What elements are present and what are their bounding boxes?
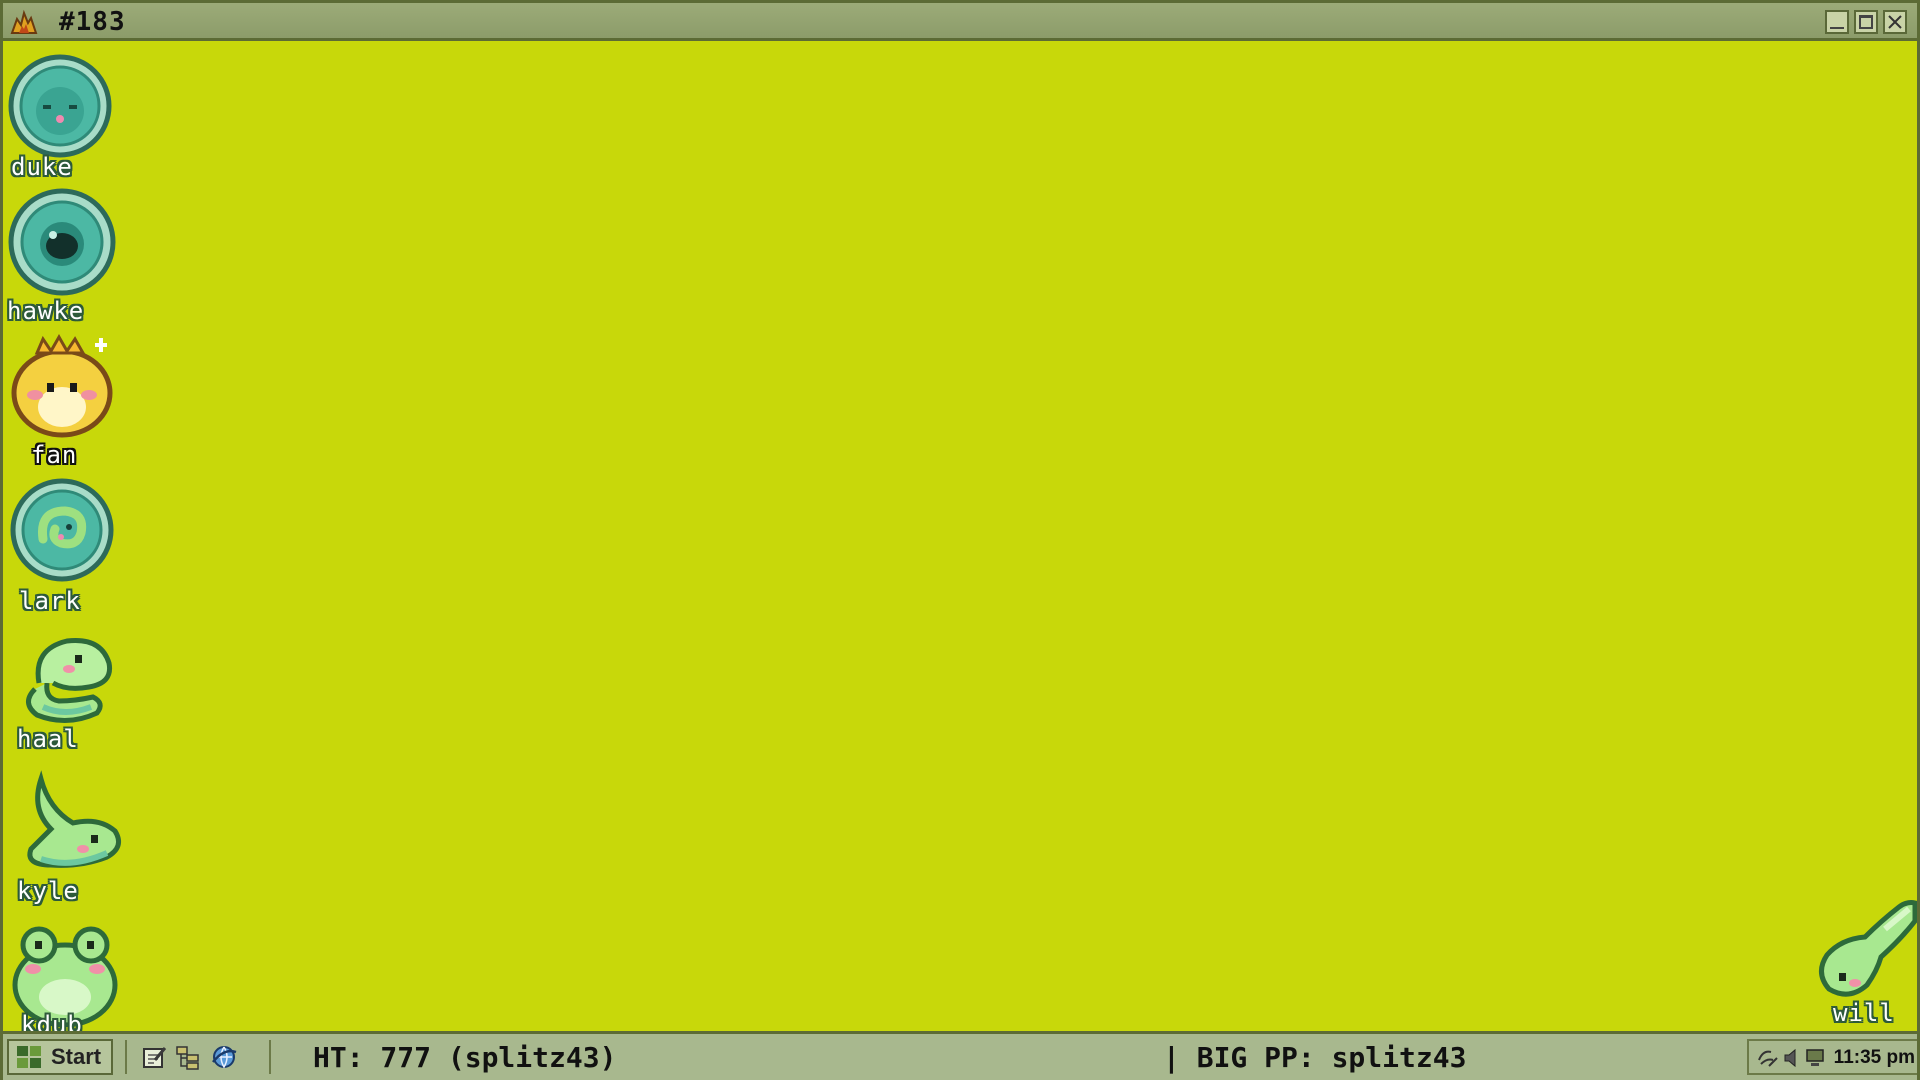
sprite-hawke[interactable]: hawke xyxy=(7,187,117,325)
taskbar-separator xyxy=(269,1040,271,1074)
start-button[interactable]: Start xyxy=(7,1039,113,1075)
system-tray: 11:35 pm xyxy=(1747,1039,1917,1075)
volume-icon[interactable] xyxy=(1783,1048,1801,1068)
teal-egg-dark-core-icon xyxy=(8,188,116,296)
sprite-label: lark xyxy=(19,587,81,615)
network-icon[interactable] xyxy=(1757,1048,1779,1068)
title-bar[interactable]: #183 xyxy=(3,3,1917,41)
sprite-kyle[interactable]: kyle xyxy=(11,769,125,905)
browser-icon[interactable] xyxy=(211,1044,237,1070)
sprite-label: hawke xyxy=(7,297,85,325)
sprite-kdub[interactable]: kdub xyxy=(9,923,121,1039)
start-logo-icon xyxy=(17,1046,41,1068)
notepad-icon[interactable] xyxy=(141,1044,167,1070)
sprite-label: will xyxy=(1833,999,1895,1027)
game-desktop: duke hawke fan lark haal kyle kdub will xyxy=(3,41,1917,1039)
teal-egg-sleeping-icon xyxy=(8,54,112,158)
computer-icon[interactable] xyxy=(1805,1048,1825,1068)
sprite-lark[interactable]: lark xyxy=(9,477,115,615)
big-pp-status: | BIG PP: splitz43 xyxy=(1163,1041,1467,1074)
sprite-duke[interactable]: duke xyxy=(7,53,113,181)
sprite-label: fan xyxy=(31,441,78,469)
sprite-will[interactable]: will xyxy=(1811,899,1917,1027)
taskbar-clock: 11:35 pm xyxy=(1833,1047,1915,1068)
close-button[interactable] xyxy=(1883,10,1907,34)
sprite-haal[interactable]: haal xyxy=(9,623,121,753)
close-icon xyxy=(1888,15,1902,29)
green-tadpole-icon xyxy=(1819,900,1917,997)
green-lizard-icon xyxy=(27,770,122,868)
teal-egg-curled-icon xyxy=(10,478,114,582)
minimize-button[interactable] xyxy=(1825,10,1849,34)
taskbar-separator xyxy=(125,1040,127,1074)
taskbar: Start HT: 777 (splitz43) | BIG PP: split… xyxy=(3,1031,1917,1080)
flame-icon xyxy=(10,9,38,34)
yellow-chick-crown-icon xyxy=(11,333,113,438)
folder-tree-icon[interactable] xyxy=(175,1044,201,1070)
sprite-fan[interactable]: fan xyxy=(7,331,117,469)
sprite-label: haal xyxy=(17,725,79,753)
sprite-label: kyle xyxy=(17,877,79,905)
hightop-status: HT: 777 (splitz43) xyxy=(313,1041,617,1074)
sprite-label: duke xyxy=(11,153,73,181)
maximize-button[interactable] xyxy=(1854,10,1878,34)
window-title: #183 xyxy=(59,7,126,37)
green-snake-icon xyxy=(26,637,113,723)
game-window: #183 duke hawke fan lark haal kyle kdub … xyxy=(0,0,1920,1080)
start-label: Start xyxy=(51,1044,102,1069)
